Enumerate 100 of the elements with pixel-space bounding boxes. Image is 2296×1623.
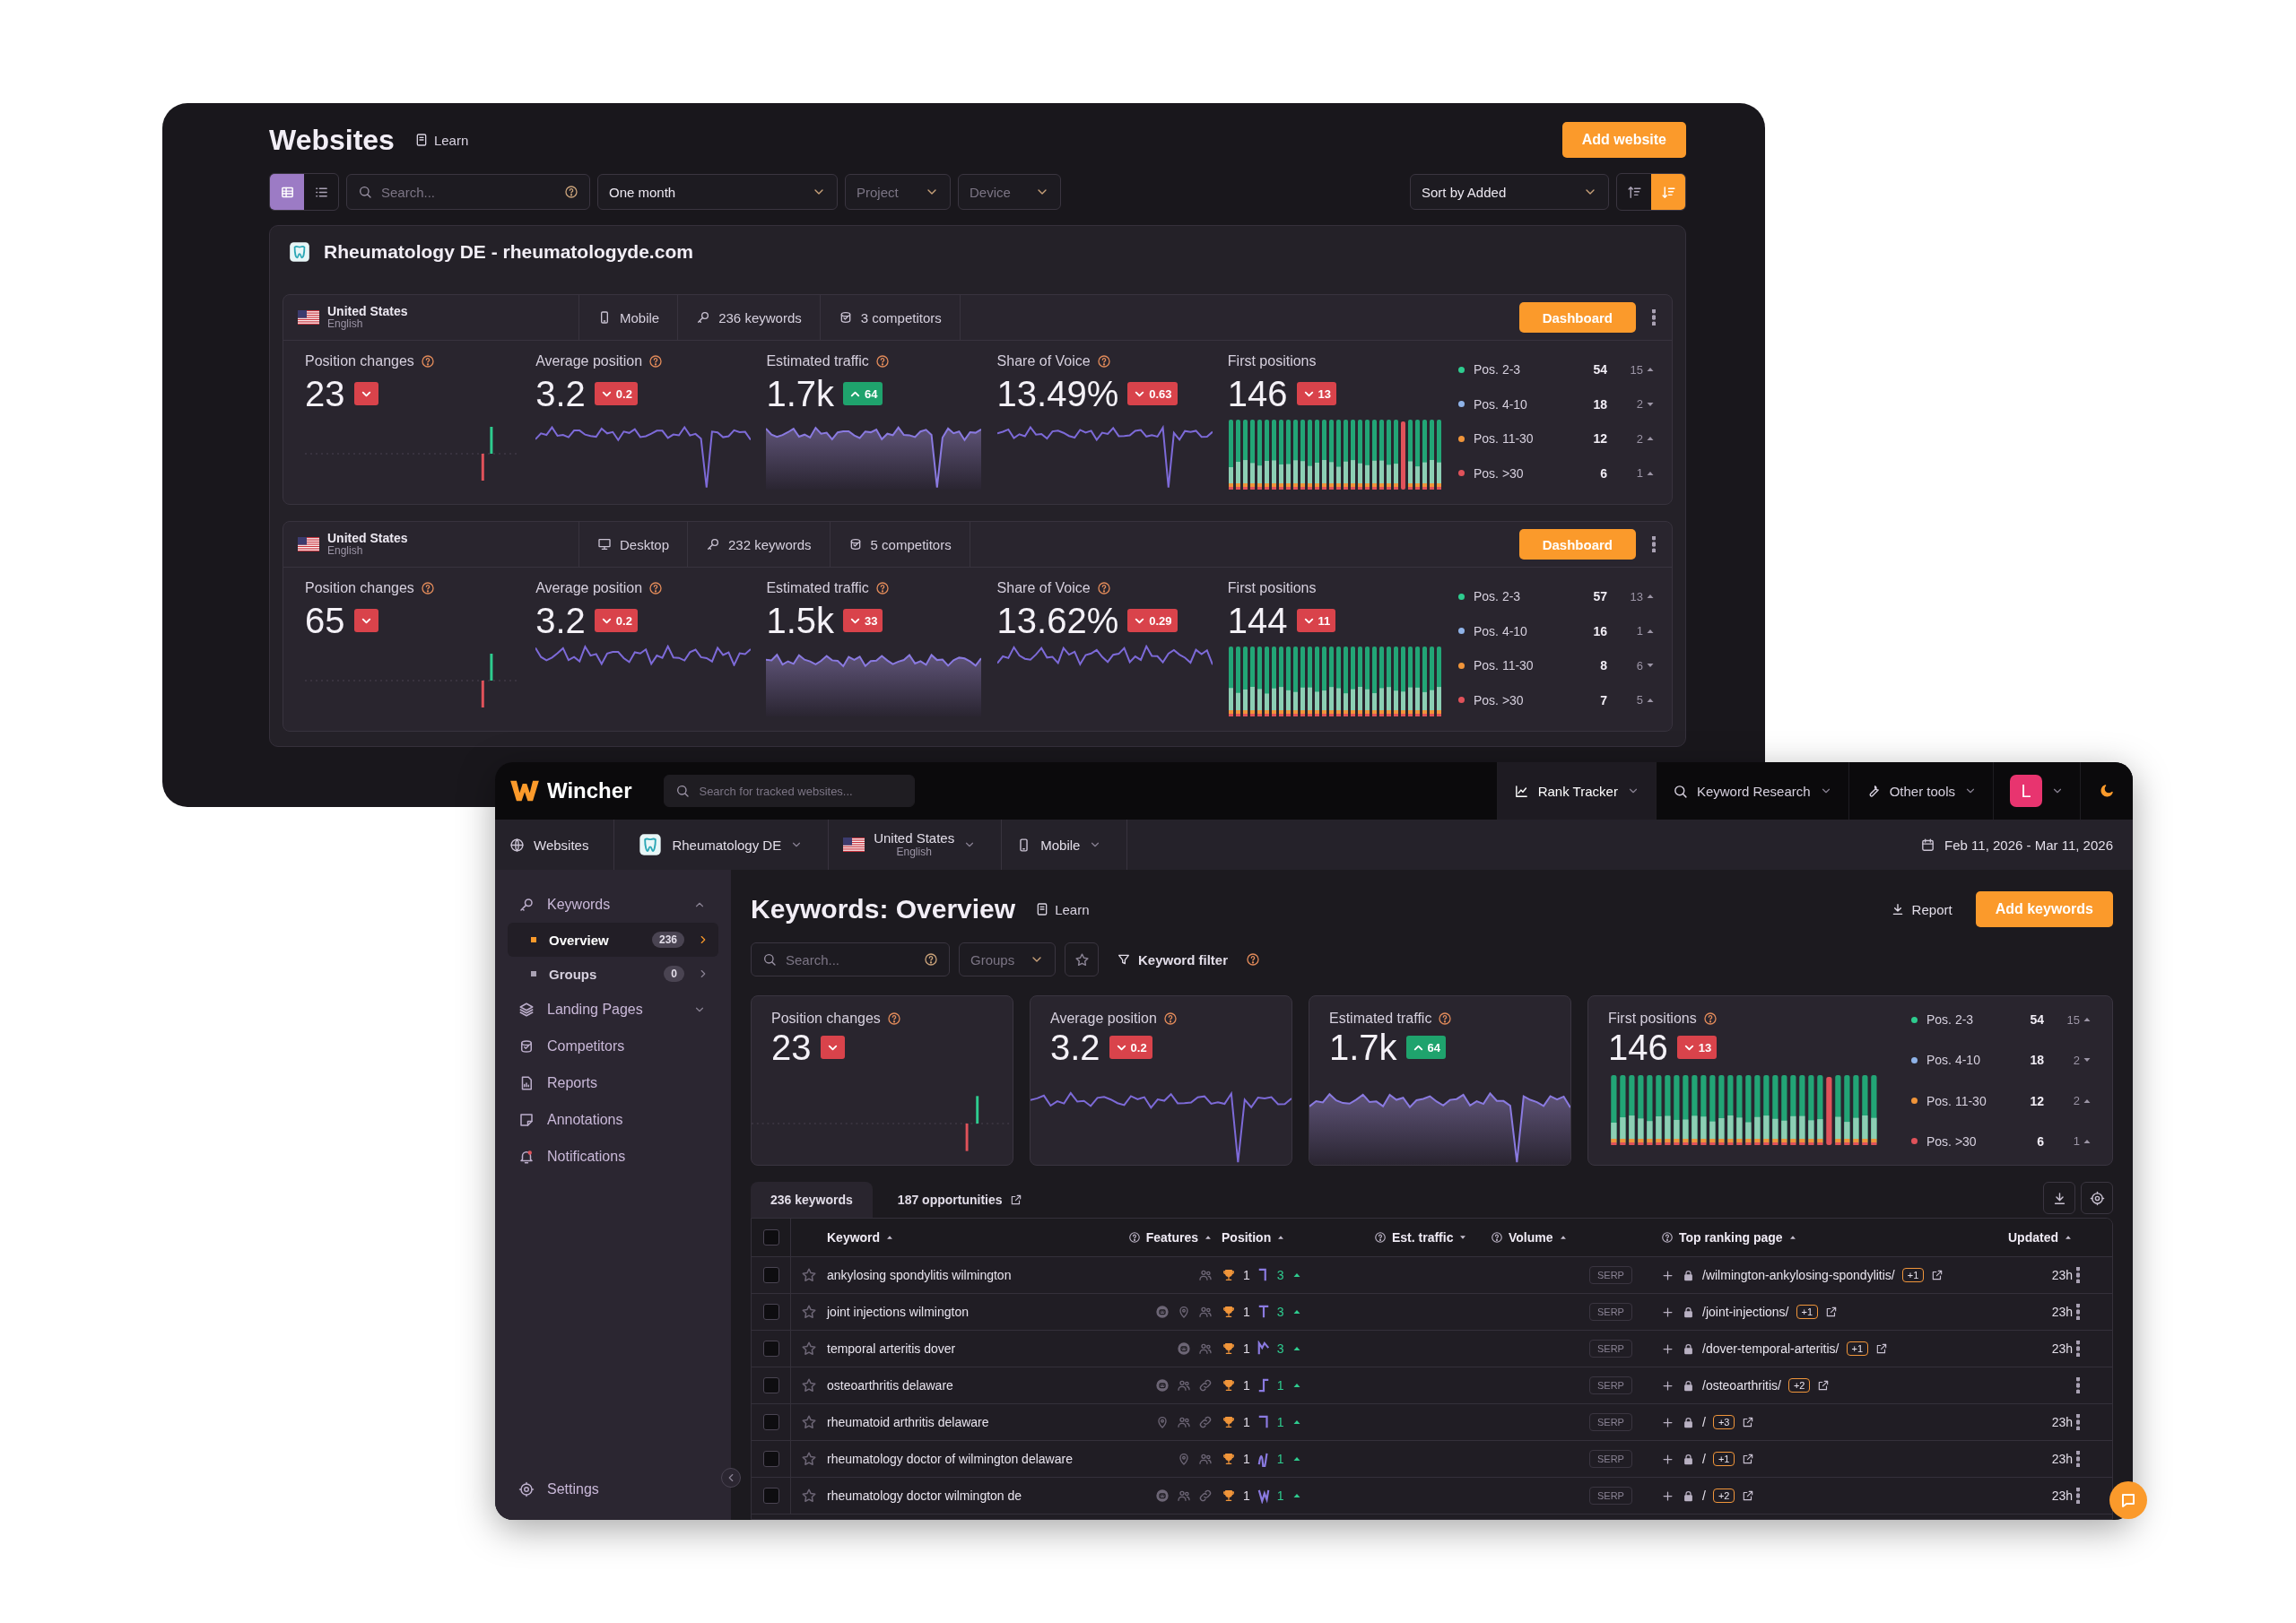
page-link[interactable]: /osteoarthritis/ [1702,1378,1781,1393]
serp-button[interactable]: SERP [1589,1376,1632,1394]
page-link[interactable]: / [1702,1488,1706,1503]
star-icon[interactable] [801,1451,817,1467]
export-button[interactable] [2043,1182,2075,1214]
column-header[interactable]: Features [1127,1230,1213,1245]
keyword-text[interactable]: ankylosing spondylitis wilmington [827,1268,1012,1282]
help-icon[interactable] [1438,1011,1453,1026]
sidebar-item[interactable]: Reports [508,1064,718,1101]
groups-dropdown[interactable]: Groups [959,942,1056,976]
help-icon[interactable] [420,354,435,369]
help-icon[interactable] [420,581,435,595]
date-range[interactable]: Feb 11, 2026 - Mar 11, 2026 [1944,837,2113,853]
help-icon[interactable] [874,581,890,595]
serp-button[interactable]: SERP [1589,1340,1632,1358]
column-header[interactable]: Volume [1491,1230,1568,1245]
device-dropdown[interactable]: Device [958,174,1061,210]
more-pages-badge[interactable]: +2 [1712,1488,1735,1503]
checkbox[interactable] [762,1377,779,1393]
star-icon[interactable] [801,1488,817,1504]
plus-icon[interactable] [1661,1488,1674,1503]
help-icon[interactable] [1162,1011,1178,1026]
keyword-filter-button[interactable]: Keyword filter [1108,942,1238,977]
keyword-text[interactable]: joint injections wilmington [827,1305,969,1319]
tab[interactable]: 236 keywords [751,1182,873,1218]
page-link[interactable]: /wilmington-ankylosing-spondylitis/ [1702,1268,1895,1282]
more-options-icon[interactable] [2076,1304,2080,1320]
star-icon[interactable] [801,1267,817,1283]
more-options-icon[interactable] [2076,1451,2080,1467]
keyword-text[interactable]: rheumatoid arthritis delaware [827,1415,989,1429]
checkbox[interactable] [762,1304,779,1320]
checkbox[interactable] [762,1341,779,1357]
column-header[interactable]: Est. traffic [1374,1230,1468,1245]
more-pages-badge[interactable]: +3 [1712,1415,1735,1429]
sidebar-item[interactable]: Notifications [508,1138,718,1175]
page-link[interactable]: /dover-temporal-arteritis/ [1702,1341,1839,1356]
plus-icon[interactable] [1661,1305,1674,1319]
page-link[interactable]: / [1702,1452,1706,1466]
favorites-button[interactable] [1065,942,1099,976]
learn-link[interactable]: Learn [413,132,469,148]
sidebar-subitem[interactable]: Groups 0 [508,957,718,991]
column-header[interactable]: Updated [2008,1230,2073,1245]
external-link-icon[interactable] [1825,1306,1839,1318]
learn-link[interactable]: Learn [1035,901,1090,917]
grid-view-button[interactable] [270,174,304,210]
serp-button[interactable]: SERP [1589,1266,1632,1284]
plus-icon[interactable] [1661,1341,1674,1356]
more-options-icon[interactable] [2076,1267,2080,1283]
search-field[interactable]: Search... [751,942,950,976]
star-icon[interactable] [801,1377,817,1393]
more-options-icon[interactable] [2076,1341,2080,1357]
external-link-icon[interactable] [1931,1269,1944,1281]
help-icon[interactable] [874,354,890,369]
settings-item[interactable]: Settings [508,1471,718,1507]
column-header[interactable]: Top ranking page [1661,1230,1797,1245]
more-pages-badge[interactable]: +1 [1901,1268,1925,1282]
plus-icon[interactable] [1661,1268,1674,1282]
external-link-icon[interactable] [1742,1489,1755,1502]
star-icon[interactable] [801,1414,817,1430]
more-pages-badge[interactable]: +1 [1846,1341,1869,1356]
sidebar-item[interactable]: Competitors [508,1028,718,1064]
external-link-icon[interactable] [1875,1342,1889,1355]
external-link-icon[interactable] [1742,1453,1755,1465]
sidebar-item[interactable]: Keywords [508,886,718,923]
help-icon[interactable] [1246,952,1261,967]
sidebar-item[interactable]: Annotations [508,1101,718,1138]
table-settings-button[interactable] [2081,1182,2113,1214]
external-link-icon[interactable] [1817,1379,1831,1392]
external-link-icon[interactable] [1742,1416,1755,1428]
checkbox[interactable] [762,1267,779,1283]
keyword-text[interactable]: osteoarthritis delaware [827,1378,953,1393]
page-link[interactable]: / [1702,1415,1706,1429]
serp-button[interactable]: SERP [1589,1487,1632,1505]
checkbox[interactable] [762,1229,779,1245]
star-icon[interactable] [801,1341,817,1357]
sort-dropdown[interactable]: Sort by Added [1410,174,1609,210]
column-header[interactable]: Position [1222,1230,1286,1245]
plus-icon[interactable] [1661,1415,1674,1429]
breadcrumb-item[interactable]: United States English [829,820,1003,870]
help-icon[interactable] [1096,354,1111,369]
period-dropdown[interactable]: One month [597,174,838,210]
keyword-text[interactable]: temporal arteritis dover [827,1341,956,1356]
more-options-icon[interactable] [2076,1414,2080,1430]
column-header[interactable]: Keyword [827,1230,895,1245]
report-button[interactable]: Report [1881,891,1961,927]
keyword-text[interactable]: rheumatology doctor of wilmington delaware [827,1452,1073,1466]
avatar[interactable]: L [2010,775,2042,807]
more-pages-badge[interactable]: +1 [1712,1452,1735,1466]
sidebar-item[interactable]: Landing Pages [508,991,718,1028]
help-icon[interactable] [1702,1011,1718,1026]
serp-button[interactable]: SERP [1589,1413,1632,1431]
project-dropdown[interactable]: Project [845,174,951,210]
checkbox[interactable] [762,1488,779,1504]
sidebar-subitem[interactable]: Overview 236 [508,923,718,957]
checkbox[interactable] [762,1451,779,1467]
star-icon[interactable] [801,1304,817,1320]
nav-tab[interactable]: Rank Tracker [1496,762,1656,820]
keyword-text[interactable]: rheumatology doctor wilmington de [827,1488,1022,1503]
serp-button[interactable]: SERP [1589,1450,1632,1468]
more-pages-badge[interactable]: +1 [1796,1305,1819,1319]
